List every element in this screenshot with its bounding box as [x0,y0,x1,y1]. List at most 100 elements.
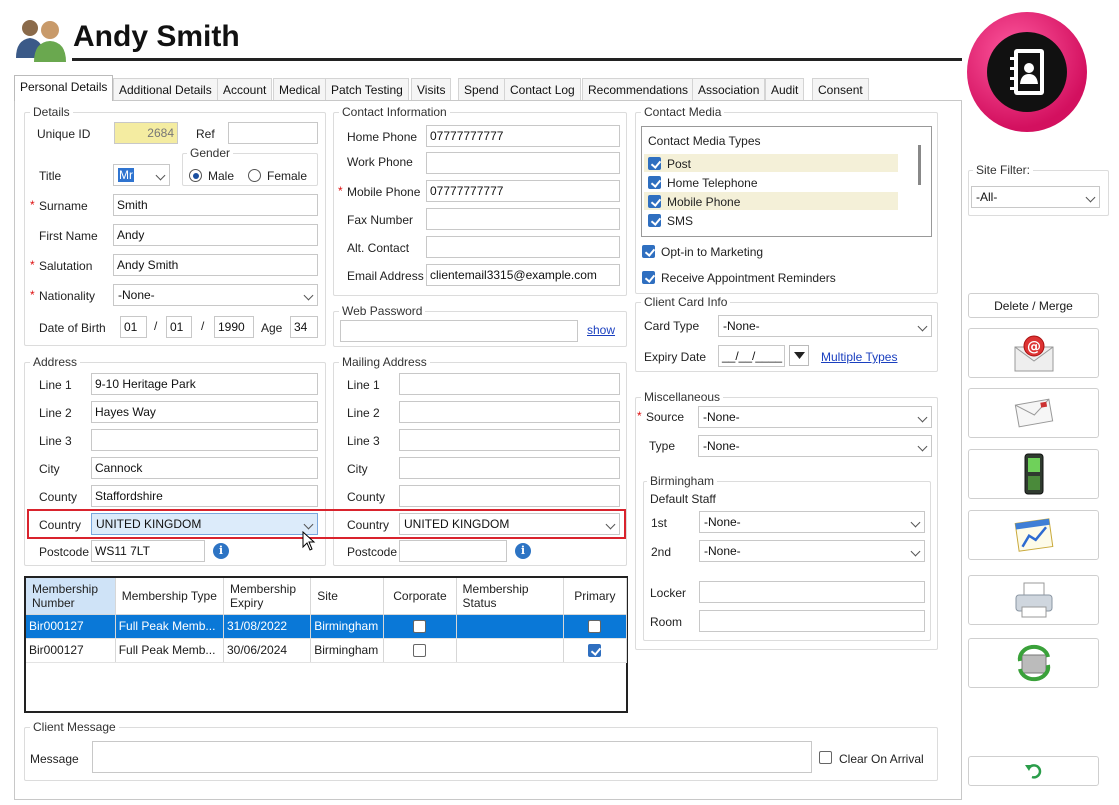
locker-field[interactable] [699,581,925,603]
email-field[interactable]: clientemail3315@example.com [426,264,620,286]
contact-media-item-checkbox[interactable] [648,214,661,227]
nationality-select[interactable]: -None- [113,284,318,306]
primary-header[interactable]: Primary [563,578,628,615]
mailing-postcode-field[interactable] [399,540,507,562]
contact-media-item[interactable]: Mobile Phone [644,192,898,210]
corporate-checkbox[interactable] [413,644,427,658]
mailing-postcode-label: Postcode [347,545,398,559]
clients-icon [12,14,70,64]
dob-month-field[interactable]: 01 [166,316,192,338]
fax-field[interactable] [426,208,620,230]
address-line1-field[interactable]: 9-10 Heritage Park [91,373,318,395]
mobile-phone-field[interactable]: 07777777777 [426,180,620,202]
tab-personal-details[interactable]: Personal Details [14,75,114,101]
appointment-reminders-checkbox[interactable] [642,271,655,284]
tab-association[interactable]: Association [692,78,766,100]
mailing-city-field[interactable] [399,457,620,479]
tab-recommendations[interactable]: Recommendations [582,78,695,100]
corporate-checkbox[interactable] [413,620,427,634]
primary-checkbox[interactable] [588,644,602,658]
room-field[interactable] [699,610,925,632]
tab-visits[interactable]: Visits [411,78,452,100]
tab-additional-details[interactable]: Additional Details [113,78,218,100]
card-type-label: Card Type [644,319,700,333]
site-filter-select[interactable]: -All- [971,186,1100,208]
membership-status-header[interactable]: Membership Status [456,578,564,615]
address-title: Address [30,355,81,369]
site-header[interactable]: Site [310,578,385,615]
card-type-select[interactable]: -None- [718,315,932,337]
membership-status-cell [456,614,564,639]
message-field[interactable] [92,741,812,773]
mailing-county-field[interactable] [399,485,620,507]
tab-medical[interactable]: Medical [273,78,327,100]
expiry-date-dropdown-button[interactable] [789,345,809,366]
membership-type-header[interactable]: Membership Type [115,578,224,615]
email-button[interactable]: @ [968,328,1099,378]
source-select[interactable]: -None- [698,406,932,428]
female-radio[interactable] [248,169,261,182]
mailing-line1-field[interactable] [399,373,620,395]
contact-media-item[interactable]: Post [644,154,898,172]
tab-spend[interactable]: Spend [458,78,505,100]
primary-checkbox[interactable] [588,620,602,634]
web-password-field[interactable] [340,320,578,342]
dob-year-field[interactable]: 1990 [214,316,254,338]
tab-contact-log[interactable]: Contact Log [504,78,581,100]
contact-media-item-checkbox[interactable] [648,176,661,189]
multiple-types-link[interactable]: Multiple Types [821,350,897,364]
mailing-line2-field[interactable] [399,401,620,423]
print-button[interactable] [968,575,1099,625]
home-phone-field[interactable]: 07777777777 [426,125,620,147]
client-card-title: Client Card Info [641,295,731,309]
country-highlight-box [27,509,626,539]
address-postcode-field[interactable]: WS11 7LT [91,540,205,562]
delete-merge-button[interactable]: Delete / Merge [968,293,1099,318]
address-county-field[interactable]: Staffordshire [91,485,318,507]
contact-media-scrollbar[interactable] [918,145,921,185]
sms-button[interactable] [968,449,1099,499]
tab-account[interactable]: Account [217,78,273,100]
show-password-link[interactable]: show [587,323,615,337]
opt-in-marketing-checkbox[interactable] [642,245,655,258]
clear-on-arrival-checkbox[interactable] [819,751,832,764]
first-name-field[interactable]: Andy [113,224,318,246]
tab-patch-testing[interactable]: Patch Testing [325,78,409,100]
address-line3-field[interactable] [91,429,318,451]
first-staff-select[interactable]: -None- [699,511,925,533]
contact-media-item-checkbox[interactable] [648,195,661,208]
title-select[interactable]: Mr [113,164,170,186]
contact-media-item[interactable]: Home Telephone [644,173,898,191]
membership-expiry-header[interactable]: Membership Expiry [223,578,312,615]
type-select[interactable]: -None- [698,435,932,457]
membership-number-header[interactable]: Membership Number [26,578,116,615]
mailing-postcode-info-icon[interactable]: i [515,543,531,559]
calendar-button[interactable] [968,510,1099,560]
surname-field[interactable]: Smith [113,194,318,216]
contact-info-title: Contact Information [339,105,450,119]
tab-consent[interactable]: Consent [812,78,869,100]
tab-audit[interactable]: Audit [765,78,805,100]
dob-day-field[interactable]: 01 [120,316,147,338]
address-city-field[interactable]: Cannock [91,457,318,479]
miscellaneous-title: Miscellaneous [641,390,724,404]
corporate-header[interactable]: Corporate [383,578,457,615]
mailing-line3-field[interactable] [399,429,620,451]
second-staff-select[interactable]: -None- [699,540,925,562]
letter-button[interactable] [968,388,1099,438]
ref-field[interactable] [228,122,318,144]
male-radio[interactable] [189,169,202,182]
alt-contact-field[interactable] [426,236,620,258]
work-phone-field[interactable] [426,152,620,174]
address-line2-field[interactable]: Hayes Way [91,401,318,423]
table-row[interactable]: Bir000127 Full Peak Memb... 30/06/2024 B… [26,638,628,663]
postcode-info-icon[interactable]: i [213,543,229,559]
salutation-field[interactable]: Andy Smith [113,254,318,276]
undo-button[interactable] [968,756,1099,786]
table-row[interactable]: Bir000127 Full Peak Memb... 31/08/2022 B… [26,614,628,639]
refresh-sync-button[interactable] [968,638,1099,688]
contact-media-item[interactable]: SMS [644,211,898,229]
expiry-date-field[interactable]: __/__/____ [718,345,785,367]
contact-media-list[interactable]: Contact Media Types Post Home Telephone … [641,126,932,237]
contact-media-item-checkbox[interactable] [648,157,661,170]
